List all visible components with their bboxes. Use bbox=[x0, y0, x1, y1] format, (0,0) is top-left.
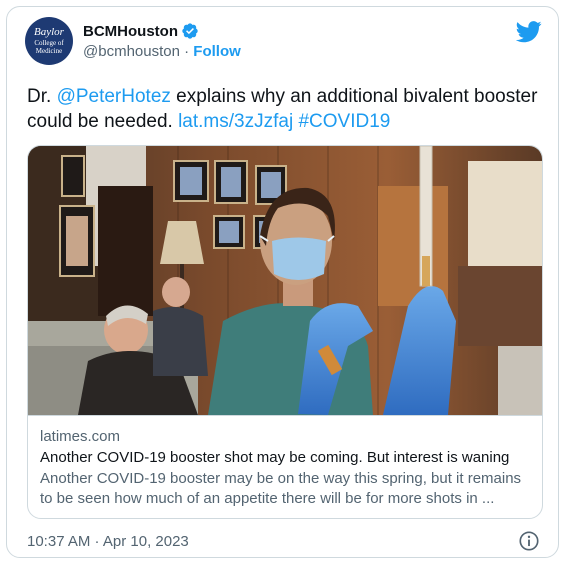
tweet-card: Baylor College of Medicine BCMHouston @b… bbox=[6, 6, 559, 558]
tweet-timestamp[interactable]: 10:37 AM · Apr 10, 2023 bbox=[27, 533, 189, 550]
handle-row: @bcmhouston · Follow bbox=[83, 43, 241, 60]
verified-badge-icon bbox=[182, 23, 198, 39]
follow-button[interactable]: Follow bbox=[193, 43, 241, 60]
link-preview-card[interactable]: latimes.com Another COVID-19 booster sho… bbox=[27, 145, 543, 519]
link-description: Another COVID-19 booster may be on the w… bbox=[40, 470, 522, 507]
avatar-text-line: Medicine bbox=[35, 47, 63, 55]
avatar-text-line: Baylor bbox=[34, 26, 64, 38]
twitter-bird-icon[interactable] bbox=[516, 21, 542, 43]
avatar[interactable]: Baylor College of Medicine bbox=[25, 17, 73, 65]
avatar-text-line: College of bbox=[34, 39, 64, 47]
separator: · bbox=[179, 43, 194, 60]
link-title: Another COVID-19 booster shot may be com… bbox=[40, 449, 510, 466]
author-name-row: BCMHouston bbox=[83, 22, 199, 40]
article-photo bbox=[28, 146, 542, 415]
display-name[interactable]: BCMHouston bbox=[83, 23, 178, 40]
info-icon[interactable] bbox=[518, 530, 540, 552]
mention-link[interactable]: @PeterHotez bbox=[57, 86, 171, 107]
tweet-text-prefix: Dr. bbox=[27, 86, 57, 107]
tweet-text: Dr. @PeterHotez explains why an addition… bbox=[27, 84, 547, 134]
short-link[interactable]: lat.ms/3zJzfaj bbox=[178, 111, 293, 132]
hashtag-link[interactable]: #COVID19 bbox=[298, 111, 390, 132]
link-card-meta: latimes.com Another COVID-19 booster sho… bbox=[28, 415, 542, 518]
link-domain: latimes.com bbox=[40, 428, 121, 445]
handle[interactable]: @bcmhouston bbox=[83, 43, 180, 60]
